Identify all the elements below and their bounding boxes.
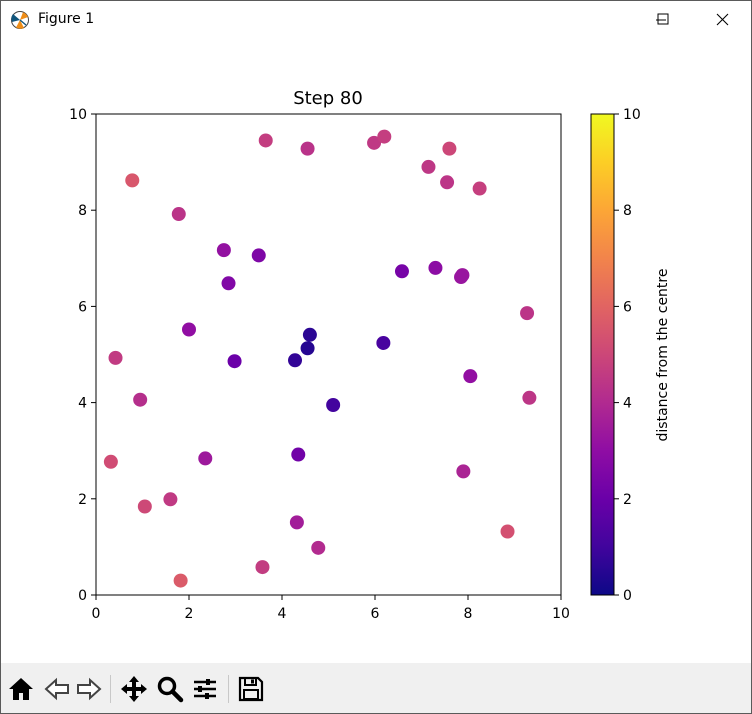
colorbar-tick-label: 10 [623,107,641,123]
toolbar-divider [110,675,111,703]
data-point [522,390,537,405]
zoom-icon [157,676,184,703]
data-point [454,270,469,285]
scatter-chart: Step 80 0 2 4 6 8 10 0 2 4 6 8 10 0 2 4 6 8 10 distance … [69,88,671,622]
back-icon [44,677,69,701]
home-icon [9,678,33,700]
title-bar: Figure 1 [1,1,751,38]
y-tick-label: 8 [78,203,87,219]
data-point [182,322,196,337]
toolbar-divider [228,675,229,703]
colorbar-label: distance from the centre [655,269,671,442]
data-point [300,341,315,356]
data-point [173,573,188,588]
y-tick-label: 4 [78,396,87,412]
data-point [376,335,391,350]
maximize-button[interactable] [640,1,686,38]
colorbar-tick-label: 2 [623,492,632,508]
data-point [377,129,392,144]
maximize-icon [657,13,669,25]
x-tick-label: 10 [552,606,570,622]
save-icon [238,676,264,702]
colorbar-gradient [590,113,615,596]
data-point [428,260,443,275]
data-point [394,264,409,279]
navigation-toolbar [1,663,751,713]
x-tick-label: 4 [278,606,287,622]
y-tick-label: 6 [78,299,87,315]
window-title: Figure 1 [38,11,95,27]
close-button[interactable] [700,1,746,38]
data-point [251,248,266,263]
forward-button[interactable] [75,675,103,703]
chart-title: Step 80 [293,88,363,109]
configure-subplots-icon [194,679,216,699]
data-point [103,454,118,469]
x-tick-label: 2 [185,606,194,622]
data-point [163,492,178,507]
matplotlib-logo-icon [11,11,29,29]
data-point [421,159,436,174]
data-point [216,243,231,258]
data-point [133,392,148,407]
data-point [311,540,326,555]
x-tick-label: 0 [92,606,101,622]
colorbar-tick-label: 4 [623,396,632,412]
colorbar: 0 2 4 6 8 10 [590,107,641,604]
data-point [291,447,306,462]
data-point [500,524,515,539]
plot-frame [95,113,562,596]
data-point [442,141,457,156]
data-point [456,464,471,479]
colorbar-tick-label: 8 [623,203,632,219]
zoom-button[interactable] [156,675,184,703]
close-icon [716,13,729,26]
data-point [300,141,315,156]
data-point [255,560,270,575]
x-tick-label: 6 [371,606,380,622]
y-tick-label: 10 [69,107,87,123]
data-point [326,398,341,413]
colorbar-tick-label: 0 [623,588,632,604]
forward-icon [77,677,102,701]
data-point [440,175,455,190]
figure-window: Figure 1 Step 80 0 2 4 6 8 10 0 2 4 6 8 … [0,0,752,714]
data-point [289,515,304,530]
data-point [288,353,303,368]
data-point [472,181,487,196]
data-point [171,207,186,222]
data-point [463,369,478,384]
pan-icon [121,676,147,702]
y-tick-label: 2 [78,492,87,508]
pan-button[interactable] [120,675,148,703]
data-point [258,133,273,148]
save-button[interactable] [237,675,265,703]
data-point [520,306,535,321]
data-point [227,354,242,369]
data-point [137,499,152,514]
y-tick-label: 0 [78,588,87,604]
data-point [198,451,213,466]
data-point [108,350,123,365]
x-tick-label: 8 [464,606,473,622]
back-button[interactable] [43,675,71,703]
colorbar-tick-label: 6 [623,299,632,315]
data-point [221,276,236,291]
configure-subplots-button[interactable] [191,675,219,703]
data-point [302,327,317,342]
home-button[interactable] [7,675,35,703]
data-point [125,173,140,188]
figure-canvas: Step 80 0 2 4 6 8 10 0 2 4 6 8 10 0 2 4 6 8 10 distance … [1,38,751,663]
